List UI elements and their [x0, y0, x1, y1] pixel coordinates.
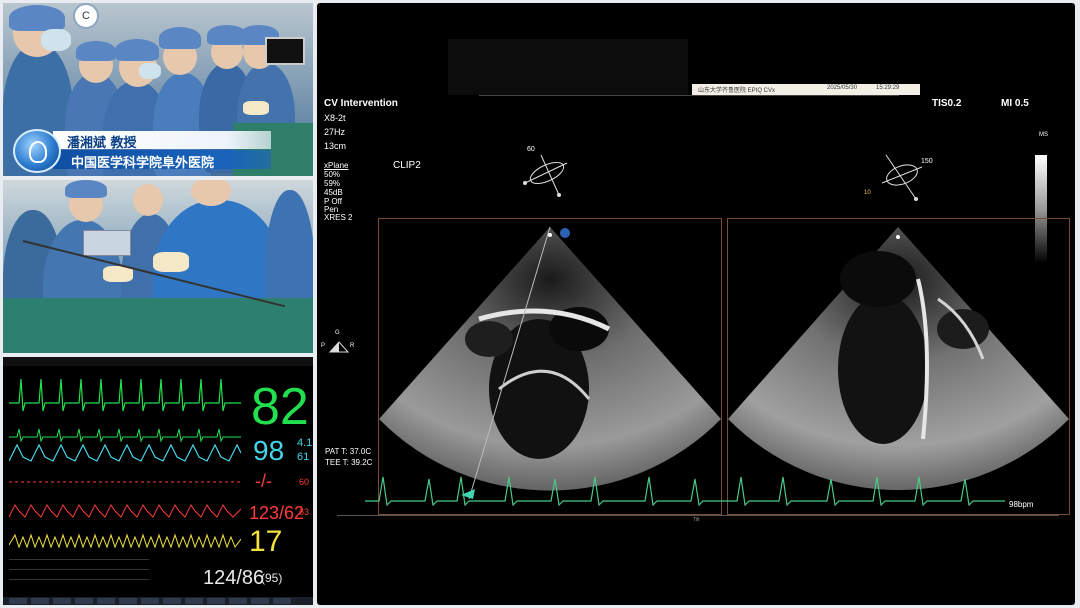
- monitor-softkey[interactable]: [97, 598, 115, 604]
- surgical-mask: [139, 63, 161, 79]
- surgeon-institution: 中国医学科学院阜外医院: [71, 156, 215, 171]
- monitor-softkey[interactable]: [119, 598, 137, 604]
- orientation-r: R: [350, 343, 355, 349]
- resp-rate-value: 17: [249, 525, 283, 558]
- surgical-cap: [65, 180, 107, 198]
- spo2-value: 98: [253, 435, 285, 466]
- echo-header-bar: 山东大学齐鲁医院 EPIQ CVx 2025/05/30 15:29:29: [692, 84, 920, 95]
- surgical-cap: [9, 5, 65, 31]
- pressure-sub-value: 63: [299, 507, 310, 517]
- art-pressure-waveform: [9, 481, 241, 483]
- heart-rate-value: 82: [251, 378, 309, 436]
- echo-bottom-divider: [337, 515, 1059, 516]
- orientation-p: P: [321, 343, 326, 349]
- pressure-value: 123/62: [249, 503, 305, 523]
- art-pressure-value: -/-: [255, 471, 272, 491]
- surgical-drape: [3, 298, 313, 353]
- art-sub-value: 60: [299, 477, 310, 487]
- patient-monitor: 82 98 4.15 61 -/- 60 123/62 63 17 124/86…: [3, 357, 313, 605]
- spo2-sub-value-2: 61: [297, 451, 310, 463]
- monitor-softkey[interactable]: [141, 598, 159, 604]
- resp-waveform: [9, 533, 241, 549]
- surgery-video-middle: [3, 180, 313, 353]
- monitor-status-bar: [3, 357, 313, 366]
- catheter-device: [83, 230, 131, 256]
- xplane-angle-left-icon: [523, 154, 568, 197]
- monitor-softkey[interactable]: [53, 598, 71, 604]
- surgery-video-top: C 潘湘斌 教授 中国医学科学院阜外医院: [3, 3, 313, 176]
- monitor-softkey[interactable]: [9, 598, 27, 604]
- monitor-softkey[interactable]: [185, 598, 203, 604]
- surgeon-head: [133, 184, 163, 216]
- hospital-logo-icon: [13, 129, 61, 173]
- echo-header-institution: 山东大学齐鲁医院 EPIQ CVx: [698, 88, 776, 94]
- caption-name-bar: 潘湘斌 教授: [53, 131, 271, 151]
- gloved-hands: [153, 252, 189, 272]
- echo-header-date: 2025/05/30: [827, 85, 858, 91]
- echo-depth-label: 13cm: [324, 141, 347, 151]
- surgical-mask: [41, 29, 71, 51]
- orientation-g: G: [335, 330, 340, 336]
- patient-temperature: PAT T: 37.0C: [325, 447, 372, 456]
- gloved-hands: [243, 101, 269, 115]
- echo-header-blackout: [448, 39, 688, 95]
- nibp-value: 124/86: [203, 567, 265, 589]
- echo-header-divider: [479, 95, 899, 96]
- tee-temperature: TEE T: 39.2C: [325, 458, 373, 467]
- pressure-waveform: [9, 504, 241, 518]
- monitor-softkey[interactable]: [31, 598, 49, 604]
- echo-bottom-mark: Tilt: [693, 517, 700, 523]
- caption-institution-bar: 中国医学科学院阜外医院: [53, 150, 271, 171]
- echo-header-time: 15:29:29: [876, 85, 900, 91]
- spo2-pleth-waveform: [9, 443, 241, 462]
- or-wall-monitor: [265, 37, 305, 65]
- nibp-mean-value: (95): [261, 571, 283, 585]
- echo-ecg-trace: [365, 476, 1005, 507]
- grayscale-map-label: MS: [1039, 132, 1048, 138]
- monitor-softkey[interactable]: [163, 598, 181, 604]
- surgical-cap: [76, 41, 116, 61]
- echo-mode-label: CV Intervention: [324, 98, 398, 109]
- spo2-sub-value-1: 4.15: [297, 437, 313, 449]
- monitor-softkey[interactable]: [251, 598, 269, 604]
- monitor-softkey-bar: [3, 597, 313, 605]
- echo-probe-label: X8-2t: [324, 113, 346, 123]
- echo-tis-label: TIS0.2: [932, 98, 962, 109]
- xplane-angle-right-small: 10: [864, 190, 871, 196]
- surgeon-caption: 潘湘斌 教授 中国医学科学院阜外医院: [13, 127, 271, 173]
- monitor-softkey[interactable]: [273, 598, 291, 604]
- procedure-scene: [3, 180, 313, 353]
- echo-frequency-label: 27Hz: [324, 127, 346, 137]
- echo-heart-rate: 98bpm: [1009, 500, 1034, 509]
- surgeon-name: 潘湘斌 教授: [67, 136, 137, 151]
- surgical-cap: [115, 39, 159, 61]
- echo-param: XRES 2: [324, 213, 353, 222]
- monitor-softkey[interactable]: [207, 598, 225, 604]
- ecg-waveform: [9, 378, 241, 412]
- xplane-angle-right: 150: [921, 158, 933, 165]
- camera-icon: C: [73, 3, 99, 29]
- surgical-cap: [159, 27, 201, 49]
- monitor-softkey[interactable]: [75, 598, 93, 604]
- xplane-angle-left: 60: [527, 146, 535, 153]
- echo-clip-label: CLIP2: [393, 160, 421, 171]
- monitor-trend-table: [9, 557, 169, 589]
- echo-mi-label: MI 0.5: [1001, 98, 1029, 109]
- echo-ultrasound-panel: 山东大学齐鲁医院 EPIQ CVx 2025/05/30 15:29:29 CV…: [317, 3, 1075, 605]
- monitor-softkey[interactable]: [229, 598, 247, 604]
